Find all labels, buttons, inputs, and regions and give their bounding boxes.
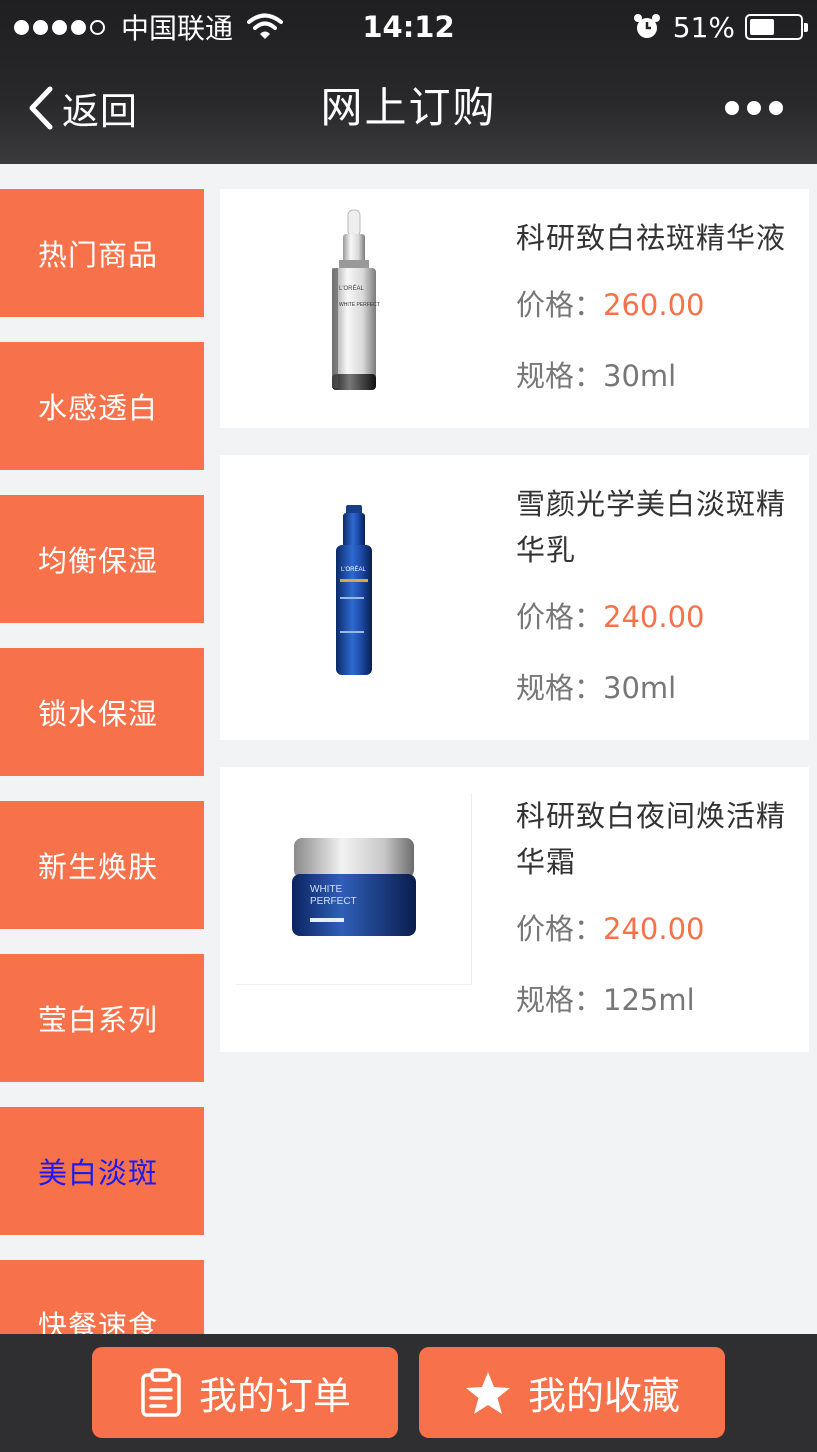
status-bar: 中国联通 14:12 51% bbox=[0, 0, 817, 54]
product-spec: 规格：30ml bbox=[516, 668, 801, 708]
sidebar-item-label: 锁水保湿 bbox=[37, 697, 158, 731]
my-favorites-button[interactable]: 我的收藏 bbox=[419, 1347, 725, 1438]
sidebar-item-balanced-moisture[interactable]: 均衡保湿 bbox=[0, 495, 204, 623]
sidebar-item-lock-moisture[interactable]: 锁水保湿 bbox=[0, 648, 204, 776]
product-price: 价格：240.00 bbox=[516, 909, 801, 949]
sidebar-item-label: 美白淡斑 bbox=[37, 1156, 158, 1190]
sidebar-item-renew-skin[interactable]: 新生焕肤 bbox=[0, 801, 204, 929]
price-value: 240.00 bbox=[603, 912, 705, 946]
star-icon bbox=[465, 1371, 510, 1414]
battery-percent: 51% bbox=[672, 10, 735, 44]
status-right: 51% bbox=[633, 8, 808, 46]
product-spec: 规格：30ml bbox=[516, 356, 801, 396]
bottle-brand-text: L'ORÉAL bbox=[339, 285, 364, 292]
sidebar-item-label: 莹白系列 bbox=[37, 1003, 158, 1037]
my-orders-button[interactable]: 我的订单 bbox=[92, 1347, 398, 1438]
product-image: L'ORÉAL bbox=[236, 495, 472, 687]
app-header: 中国联通 14:12 51% 返回 网上订购 bbox=[0, 0, 817, 164]
sidebar-item-crystal-white[interactable]: 莹白系列 bbox=[0, 954, 204, 1082]
price-label: 价格： bbox=[516, 600, 604, 634]
sidebar-item-fast-food[interactable]: 快餐速食 bbox=[0, 1260, 204, 1334]
jar-line2-text: PERFECT bbox=[310, 896, 357, 907]
product-image: L'ORÉAL WHITE PERFECT bbox=[236, 205, 472, 397]
sidebar-item-hot[interactable]: 热门商品 bbox=[0, 189, 204, 317]
product-name: 雪颜光学美白淡斑精华乳 bbox=[516, 487, 787, 567]
price-label: 价格： bbox=[516, 288, 604, 322]
product-price: 价格：240.00 bbox=[516, 597, 801, 637]
product-name: 科研致白祛斑精华液 bbox=[516, 221, 787, 255]
nav-bar: 返回 网上订购 bbox=[0, 60, 817, 156]
pump-bottle-icon: L'ORÉAL bbox=[336, 505, 372, 675]
bottle-brand-text: L'ORÉAL bbox=[341, 566, 366, 573]
product-name: 科研致白夜间焕活精华霜 bbox=[516, 799, 787, 879]
spec-label: 规格： bbox=[516, 359, 604, 393]
clipboard-icon bbox=[141, 1367, 181, 1417]
sidebar-item-whitening-spot[interactable]: 美白淡斑 bbox=[0, 1107, 204, 1235]
product-card[interactable]: WHITE PERFECT 科研致白夜间焕活精华霜 价格：240.00 规格：1… bbox=[220, 767, 809, 1052]
product-info: 雪颜光学美白淡斑精华乳 价格：240.00 规格：30ml bbox=[516, 455, 801, 708]
sidebar-item-label: 水感透白 bbox=[37, 391, 158, 425]
sidebar-item-label: 均衡保湿 bbox=[37, 544, 158, 578]
sidebar-item-water-whitening[interactable]: 水感透白 bbox=[0, 342, 204, 470]
spec-label: 规格： bbox=[516, 983, 604, 1017]
spec-label: 规格： bbox=[516, 671, 604, 705]
price-value: 260.00 bbox=[603, 288, 705, 322]
sidebar-item-label: 热门商品 bbox=[37, 238, 158, 272]
product-price: 价格：260.00 bbox=[516, 285, 801, 325]
serum-dropper-bottle-icon: L'ORÉAL WHITE PERFECT bbox=[332, 209, 380, 390]
product-list: L'ORÉAL WHITE PERFECT 科研致白祛斑精华液 价格：260.0… bbox=[220, 189, 809, 1079]
product-info: 科研致白祛斑精华液 价格：260.00 规格：30ml bbox=[516, 189, 801, 396]
spec-value: 125ml bbox=[603, 983, 695, 1017]
my-orders-label: 我的订单 bbox=[198, 1374, 351, 1418]
cream-jar-icon: WHITE PERFECT bbox=[291, 837, 416, 936]
product-card[interactable]: L'ORÉAL 雪颜光学美白淡斑精华乳 价格：240.00 规格：30ml bbox=[220, 455, 809, 740]
my-favorites-label: 我的收藏 bbox=[527, 1374, 680, 1418]
battery-icon bbox=[745, 14, 808, 40]
bottle-line-text: WHITE PERFECT bbox=[339, 302, 380, 308]
spec-value: 30ml bbox=[603, 359, 677, 393]
jar-line1-text: WHITE bbox=[310, 884, 343, 895]
sidebar-item-label: 快餐速食 bbox=[37, 1309, 158, 1334]
more-dots-icon[interactable] bbox=[725, 96, 783, 120]
product-card[interactable]: L'ORÉAL WHITE PERFECT 科研致白祛斑精华液 价格：260.0… bbox=[220, 189, 809, 428]
product-info: 科研致白夜间焕活精华霜 价格：240.00 规格：125ml bbox=[516, 767, 801, 1020]
spec-value: 30ml bbox=[603, 671, 677, 705]
price-label: 价格： bbox=[516, 912, 604, 946]
price-value: 240.00 bbox=[603, 600, 705, 634]
product-image: WHITE PERFECT bbox=[236, 793, 472, 985]
page-title: 网上订购 bbox=[320, 83, 497, 132]
alarm-clock-icon bbox=[633, 14, 660, 38]
product-spec: 规格：125ml bbox=[516, 980, 801, 1020]
category-sidebar: 热门商品 水感透白 均衡保湿 锁水保湿 新生焕肤 莹白系列 美白淡斑 快餐速食 bbox=[0, 189, 204, 1334]
sidebar-item-label: 新生焕肤 bbox=[37, 850, 158, 884]
bottom-bar: 我的订单 我的收藏 bbox=[0, 1334, 817, 1452]
